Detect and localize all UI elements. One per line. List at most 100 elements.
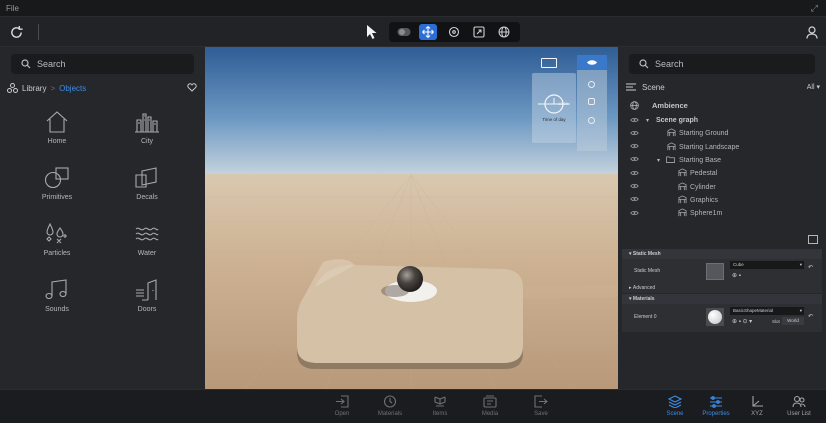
breadcrumb-objects[interactable]: Objects xyxy=(59,84,86,93)
xyz-tab-label: XYZ xyxy=(751,411,763,417)
library-item-particles[interactable]: Particles xyxy=(22,223,92,271)
visibility-eye-icon[interactable] xyxy=(630,130,639,138)
open-icon xyxy=(336,395,349,408)
select-cursor-icon[interactable] xyxy=(364,23,380,41)
material-select[interactable]: BasicShapeMaterial ▾ xyxy=(730,307,804,315)
visibility-eye-icon[interactable] xyxy=(630,170,639,178)
city-icon xyxy=(135,113,159,133)
folder-icon xyxy=(666,156,675,165)
split-view-icon[interactable] xyxy=(808,235,818,244)
slot-label: Slot xyxy=(772,319,780,324)
mesh-thumbnail[interactable] xyxy=(706,263,724,280)
materials-label: Materials xyxy=(377,411,403,417)
rotate-tool-icon[interactable] xyxy=(445,24,463,40)
advanced-section-header[interactable]: ▸ Advanced xyxy=(622,283,822,293)
scene-search-placeholder: Search xyxy=(655,59,684,69)
world-space-icon[interactable] xyxy=(495,24,513,40)
material-element-row: Element 0 BasicShapeMaterial ▾ ⊕ ▪ ⊙ ▾ Sl… xyxy=(622,304,822,332)
expand-chevron-icon[interactable]: ▾ xyxy=(657,157,660,164)
tree-row[interactable]: Sphere1m xyxy=(618,207,826,220)
file-menu[interactable]: File xyxy=(6,4,19,13)
visibility-eye-icon[interactable] xyxy=(630,156,639,164)
tree-row[interactable]: Cylinder xyxy=(618,181,826,194)
scale-tool-icon[interactable] xyxy=(470,24,488,40)
doors-icon xyxy=(136,279,157,301)
object-icon xyxy=(678,208,687,219)
scene-search-input[interactable]: Search xyxy=(629,54,815,74)
items-icon xyxy=(434,396,446,407)
tree-row-ambience[interactable]: Ambience xyxy=(618,99,826,112)
tree-row[interactable]: Graphics xyxy=(618,194,826,207)
static-mesh-select[interactable]: Cube ▾ xyxy=(730,261,804,269)
globe-icon xyxy=(630,101,639,110)
tree-row[interactable]: ▾ Starting Base xyxy=(618,154,826,167)
reset-icon[interactable]: ↶ xyxy=(808,264,813,271)
object-icon xyxy=(678,168,687,179)
materials-section-header[interactable]: ▾ Materials xyxy=(622,294,822,304)
camera-icon[interactable] xyxy=(588,98,595,105)
items-button[interactable]: Items xyxy=(415,395,465,417)
materials-icon xyxy=(383,395,397,408)
visibility-eye-icon[interactable] xyxy=(630,143,639,151)
expand-chevron-icon[interactable]: ▾ xyxy=(646,117,649,124)
open-button[interactable]: Open xyxy=(317,395,367,417)
visibility-eye-icon[interactable] xyxy=(577,55,607,70)
user-list-tab-button[interactable]: User List xyxy=(774,395,824,417)
material-browse-icon[interactable]: ⊕ ▪ ⊙ ▾ xyxy=(732,318,752,325)
save-button[interactable]: Save xyxy=(516,395,566,417)
library-item-home[interactable]: Home xyxy=(22,111,92,159)
object-icon xyxy=(678,181,687,193)
world-select[interactable]: World xyxy=(782,317,804,325)
time-of-day-label: Time of day xyxy=(542,117,566,122)
static-mesh-section-header[interactable]: ▾ Static Mesh xyxy=(622,249,822,259)
visibility-eye-icon[interactable] xyxy=(630,210,639,218)
library-item-label: Sounds xyxy=(45,306,69,313)
clock-small-icon[interactable] xyxy=(588,117,595,124)
library-item-water[interactable]: Water xyxy=(112,223,182,271)
library-item-primitives[interactable]: Primitives xyxy=(22,167,92,215)
library-label[interactable]: Library xyxy=(22,84,46,93)
visibility-eye-icon[interactable] xyxy=(630,117,639,125)
library-item-sounds[interactable]: Sounds xyxy=(22,279,92,327)
library-item-label: Particles xyxy=(43,250,71,257)
static-mesh-value: Cube xyxy=(733,262,744,267)
object-icon xyxy=(667,142,676,153)
scene-filter-dropdown[interactable]: All ▾ xyxy=(807,83,820,91)
element-label: Element 0 xyxy=(634,314,657,320)
library-search-input[interactable]: Search xyxy=(11,54,194,74)
fullscreen-icon[interactable]: ⤢ xyxy=(811,3,818,14)
library-item-doors[interactable]: Doors xyxy=(112,279,182,327)
tree-row[interactable]: Starting Landscape xyxy=(618,141,826,154)
refresh-icon[interactable] xyxy=(8,24,24,40)
search-icon xyxy=(639,59,649,69)
material-thumbnail[interactable] xyxy=(706,308,724,326)
media-button[interactable]: Media xyxy=(465,395,515,417)
axes-icon xyxy=(752,396,763,407)
tree-row[interactable]: Pedestal xyxy=(618,167,826,180)
save-label: Save xyxy=(534,411,548,417)
library-item-city[interactable]: City xyxy=(112,111,182,159)
tree-row[interactable]: ▾ Scene graph xyxy=(618,114,826,127)
panel-toggle-icon[interactable] xyxy=(541,58,557,68)
browse-asset-icon[interactable]: ⊕ ▪ xyxy=(732,272,741,279)
move-tool-icon[interactable] xyxy=(419,24,437,40)
transform-tool-group xyxy=(389,22,520,42)
scene-panel: Search Scene All ▾ Ambience ▾ Scene graph… xyxy=(618,47,826,389)
favorite-heart-icon[interactable] xyxy=(187,82,197,94)
user-icon[interactable] xyxy=(805,25,819,39)
library-item-decals[interactable]: Decals xyxy=(112,167,182,215)
time-of-day-widget[interactable]: Time of day 12:00 xyxy=(532,73,576,143)
items-label: Items xyxy=(432,411,448,417)
scene-layers-icon xyxy=(668,395,682,408)
lighting-icon[interactable] xyxy=(588,81,595,88)
static-mesh-label: Static Mesh xyxy=(634,268,661,274)
primitives-icon xyxy=(44,167,69,189)
visibility-eye-icon[interactable] xyxy=(630,196,639,204)
tree-row[interactable]: Starting Ground xyxy=(618,127,826,140)
reset-material-icon[interactable]: ↶ xyxy=(808,313,813,320)
visibility-eye-icon[interactable] xyxy=(630,183,639,191)
toggle-icon[interactable] xyxy=(395,24,413,40)
3d-viewport[interactable]: Time of day 12:00 xyxy=(205,47,618,389)
materials-button[interactable]: Materials xyxy=(365,395,415,417)
scene-label: Scene xyxy=(642,82,665,92)
